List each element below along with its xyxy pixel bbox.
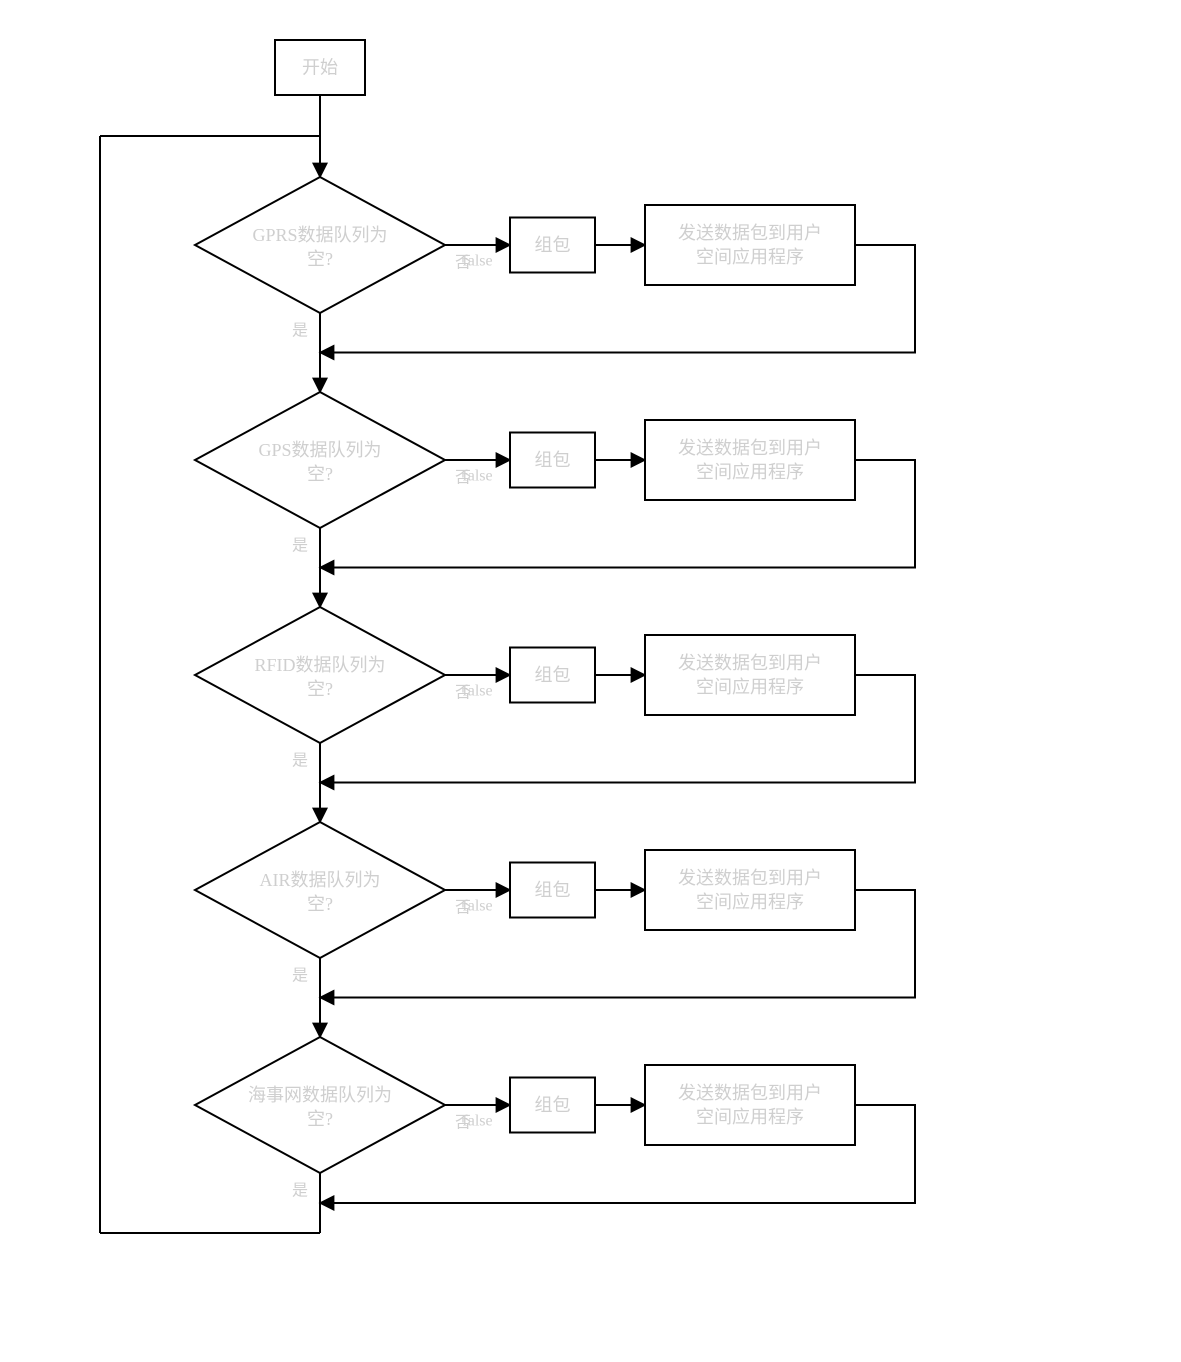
decision-label-0: GPRS数据队列为	[252, 225, 387, 245]
no-label-0: 否	[455, 255, 471, 272]
send-label2-4: 空间应用程序	[696, 1107, 804, 1127]
send-label2-0: 空间应用程序	[696, 247, 804, 267]
yes-label-4: 是	[292, 1183, 308, 1200]
send-label2-3: 空间应用程序	[696, 892, 804, 912]
no-label-2: 否	[455, 685, 471, 702]
pack-label-0: 组包	[535, 235, 571, 255]
flowchart-canvas: 开始GPRS数据队列为空?false否组包发送数据包到用户空间应用程序是GPS数…	[0, 0, 1181, 1362]
pack-label-2: 组包	[535, 665, 571, 685]
send-node-0	[645, 205, 855, 285]
decision-label2-2: 空?	[307, 679, 333, 699]
start-label: 开始	[302, 58, 338, 78]
yes-label-1: 是	[292, 538, 308, 555]
decision-1	[195, 392, 445, 528]
decision-label2-0: 空?	[307, 249, 333, 269]
pack-label-3: 组包	[535, 880, 571, 900]
yes-label-2: 是	[292, 753, 308, 770]
yes-label-3: 是	[292, 968, 308, 985]
flowchart-svg: 开始GPRS数据队列为空?false否组包发送数据包到用户空间应用程序是GPS数…	[0, 0, 1181, 1362]
pack-label-1: 组包	[535, 450, 571, 470]
decision-3	[195, 822, 445, 958]
send-label1-0: 发送数据包到用户	[678, 223, 822, 243]
send-node-4	[645, 1065, 855, 1145]
send-node-3	[645, 850, 855, 930]
decision-label2-3: 空?	[307, 894, 333, 914]
send-label2-2: 空间应用程序	[696, 677, 804, 697]
decision-label2-1: 空?	[307, 464, 333, 484]
decision-2	[195, 607, 445, 743]
decision-4	[195, 1037, 445, 1173]
send-node-1	[645, 420, 855, 500]
decision-label-2: RFID数据队列为	[254, 655, 385, 675]
no-label-4: 否	[455, 1115, 471, 1132]
decision-0	[195, 177, 445, 313]
decision-label2-4: 空?	[307, 1109, 333, 1129]
send-label1-2: 发送数据包到用户	[678, 653, 822, 673]
no-label-1: 否	[455, 470, 471, 487]
send-label1-4: 发送数据包到用户	[678, 1083, 822, 1103]
send-node-2	[645, 635, 855, 715]
send-label1-1: 发送数据包到用户	[678, 438, 822, 458]
pack-label-4: 组包	[535, 1095, 571, 1115]
send-label2-1: 空间应用程序	[696, 462, 804, 482]
decision-label-1: GPS数据队列为	[258, 440, 381, 460]
no-label-3: 否	[455, 900, 471, 917]
decision-label-3: AIR数据队列为	[260, 870, 381, 890]
yes-label-0: 是	[292, 323, 308, 340]
send-label1-3: 发送数据包到用户	[678, 868, 822, 888]
decision-label-4: 海事网数据队列为	[248, 1085, 392, 1105]
